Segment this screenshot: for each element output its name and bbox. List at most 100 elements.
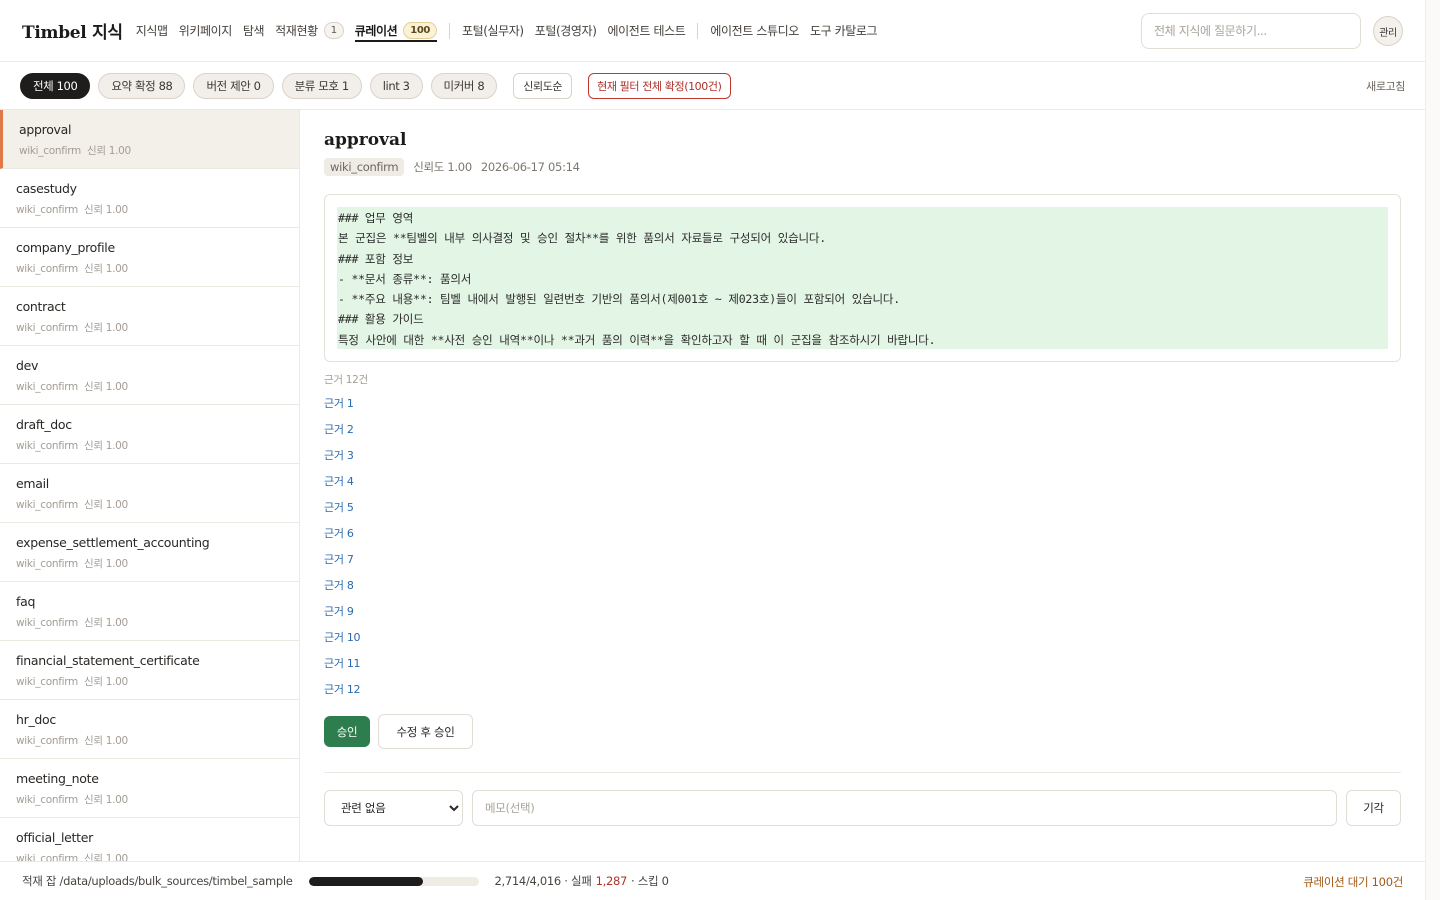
list-item-trust: 신뢰 1.00	[83, 499, 128, 511]
list-item-source: wiki_confirm	[16, 735, 78, 747]
list-item[interactable]: expense_settlement_accounting wiki_confir…	[0, 523, 299, 582]
nav-label: 적재현황	[275, 24, 318, 38]
list-item[interactable]: hr_doc wiki_confirm 신뢰 1.00	[0, 700, 299, 759]
nav-item-tool-catalog[interactable]: 도구 카탈로그	[810, 0, 878, 61]
list-item[interactable]: faq wiki_confirm 신뢰 1.00	[0, 582, 299, 641]
nav-label: 위키페이지	[178, 24, 233, 38]
nav-item-knowledge-map[interactable]: 지식맵	[136, 0, 168, 61]
summary-text[interactable]: ### 업무 영역 본 군집은 **팀벨의 내부 의사결정 및 승인 절차**를…	[337, 207, 1388, 349]
filter-chip-ambiguous-category[interactable]: 분류 모호 1	[281, 73, 362, 99]
approve-button[interactable]: 승인	[324, 716, 370, 747]
list-item[interactable]: draft_doc wiki_confirm 신뢰 1.00	[0, 405, 299, 464]
evidence-link[interactable]: 근거 1	[324, 395, 360, 421]
nav-item-curation[interactable]: 큐레이션 100	[354, 0, 438, 61]
list-item-meta: wiki_confirm 신뢰 1.00	[19, 143, 283, 158]
evidence-link[interactable]: 근거 5	[324, 499, 360, 525]
evidence-link[interactable]: 근거 9	[324, 603, 360, 629]
list-item[interactable]: email wiki_confirm 신뢰 1.00	[0, 464, 299, 523]
nav-label: 에이전트 테스트	[607, 24, 686, 38]
list-item[interactable]: meeting_note wiki_confirm 신뢰 1.00	[0, 759, 299, 818]
list-item-trust: 신뢰 1.00	[83, 558, 128, 570]
evidence-link[interactable]: 근거 8	[324, 577, 360, 603]
sort-by-trust-button[interactable]: 신뢰도순	[513, 73, 573, 99]
evidence-link[interactable]: 근거 10	[324, 629, 361, 655]
curation-queue-count[interactable]: 큐레이션 대기 100건	[1303, 874, 1403, 890]
evidence-link[interactable]: 근거 2	[324, 421, 360, 447]
nav-label: 큐레이션	[354, 24, 398, 38]
summary-line: 특정 사안에 대한 **사전 승인 내역**이나 **과거 품의 이력**을 확…	[338, 332, 936, 347]
global-ask-input[interactable]	[1141, 13, 1361, 49]
confirm-all-filtered-button[interactable]: 현재 필터 전체 확정(100건)	[588, 73, 731, 99]
list-item-source: wiki_confirm	[16, 499, 78, 511]
evidence-link[interactable]: 근거 7	[324, 551, 360, 577]
list-item-title: financial_statement_certificate	[16, 653, 200, 668]
list-item-source: wiki_confirm	[19, 145, 81, 157]
nav-item-portal-staff[interactable]: 포털(실무자)	[462, 0, 524, 61]
filter-bar: 전체 100 요약 확정 88 버전 제안 0 분류 모호 1 lint 3 미…	[0, 63, 1425, 110]
list-item-meta: wiki_confirm 신뢰 1.00	[16, 556, 283, 571]
ingest-progress-bar	[308, 876, 479, 886]
list-item[interactable]: dev wiki_confirm 신뢰 1.00	[0, 346, 299, 405]
evidence-link[interactable]: 근거 6	[324, 525, 360, 551]
list-item-meta: wiki_confirm 신뢰 1.00	[16, 438, 283, 453]
list-item[interactable]: casestudy wiki_confirm 신뢰 1.00	[0, 169, 299, 228]
list-item-meta: wiki_confirm 신뢰 1.00	[16, 733, 283, 748]
evidence-link[interactable]: 근거 11	[324, 655, 361, 681]
curation-item-list: approval wiki_confirm 신뢰 1.00 casestudy wik…	[0, 110, 300, 861]
list-item-meta: wiki_confirm 신뢰 1.00	[16, 202, 283, 217]
list-item-title: contract	[16, 299, 66, 314]
list-item[interactable]: company_profile wiki_confirm 신뢰 1.00	[0, 228, 299, 287]
filter-chip-lint[interactable]: lint 3	[369, 73, 423, 99]
status-bar: 적재 잡 /data/uploads/bulk_sources/timbel_s…	[0, 861, 1425, 900]
relation-select[interactable]: 관련 없음	[324, 790, 463, 826]
summary-line: ### 활용 가이드	[338, 312, 424, 327]
list-item-title: draft_doc	[16, 417, 72, 432]
evidence-link[interactable]: 근거 3	[324, 447, 360, 473]
list-item-trust: 신뢰 1.00	[83, 735, 128, 747]
nav-item-wiki-pages[interactable]: 위키페이지	[178, 0, 233, 61]
divider	[324, 772, 1401, 773]
filter-chip-version-proposal[interactable]: 버전 제안 0	[193, 73, 274, 99]
list-item[interactable]: official_letter wiki_confirm 신뢰 1.00	[0, 818, 299, 861]
refresh-button[interactable]: 새로고침	[1366, 78, 1405, 94]
nav-item-portal-executive[interactable]: 포털(경영자)	[535, 0, 597, 61]
list-item-source: wiki_confirm	[16, 440, 78, 452]
list-item-title: approval	[19, 122, 72, 137]
list-item-trust: 신뢰 1.00	[83, 794, 128, 806]
edit-and-approve-button[interactable]: 수정 후 승인	[378, 714, 473, 749]
nav-label: 지식맵	[135, 24, 168, 38]
list-item[interactable]: contract wiki_confirm 신뢰 1.00	[0, 287, 299, 346]
nav-item-agent-test[interactable]: 에이전트 테스트	[607, 0, 685, 61]
list-item-meta: wiki_confirm 신뢰 1.00	[16, 792, 283, 807]
list-item[interactable]: financial_statement_certificate wiki_conf…	[0, 641, 299, 700]
memo-input[interactable]	[472, 790, 1337, 826]
nav-item-explore[interactable]: 탐색	[243, 0, 265, 61]
fail-count: 1,287	[595, 874, 628, 888]
list-item-trust: 신뢰 1.00	[83, 322, 128, 334]
nav-item-agent-studio[interactable]: 에이전트 스튜디오	[710, 0, 799, 61]
list-item-title: official_letter	[16, 830, 93, 845]
list-item-trust: 신뢰 1.00	[86, 145, 131, 157]
summary-box: ### 업무 영역 본 군집은 **팀벨의 내부 의사결정 및 승인 절차**를…	[324, 194, 1401, 362]
nav-item-ingest-status[interactable]: 적재현황 1	[275, 0, 344, 61]
filter-chip-uncovered[interactable]: 미커버 8	[430, 73, 498, 99]
evidence-link[interactable]: 근거 12	[324, 681, 361, 707]
reject-button[interactable]: 기각	[1346, 790, 1401, 826]
summary-line: 본 군집은 **팀벨의 내부 의사결정 및 승인 절차**를 위한 품의서 자료…	[338, 231, 826, 246]
list-item-source: wiki_confirm	[16, 322, 78, 334]
brand-logo[interactable]: Timbel 지식	[22, 18, 123, 43]
ingest-job-path: 적재 잡 /data/uploads/bulk_sources/timbel_s…	[22, 874, 293, 888]
filter-chip-all[interactable]: 전체 100	[20, 73, 91, 99]
filter-chip-summary-confirmed[interactable]: 요약 확정 88	[98, 73, 186, 99]
list-item-trust: 신뢰 1.00	[83, 617, 128, 629]
progress-text: 2,714/4,016 · 실패	[494, 874, 592, 888]
list-item-source: wiki_confirm	[16, 853, 78, 861]
detail-pane: approval wiki_confirm 신뢰도 1.00 2026-06-1…	[324, 110, 1401, 861]
evidence-link[interactable]: 근거 4	[324, 473, 360, 499]
page-scrollbar[interactable]	[1425, 0, 1440, 900]
admin-button[interactable]: 관리	[1373, 16, 1403, 46]
timestamp: 2026-06-17 05:14	[480, 160, 580, 174]
evidence-count: 근거 12건	[324, 374, 368, 386]
list-item[interactable]: approval wiki_confirm 신뢰 1.00	[0, 110, 299, 169]
nav-divider	[697, 22, 699, 39]
